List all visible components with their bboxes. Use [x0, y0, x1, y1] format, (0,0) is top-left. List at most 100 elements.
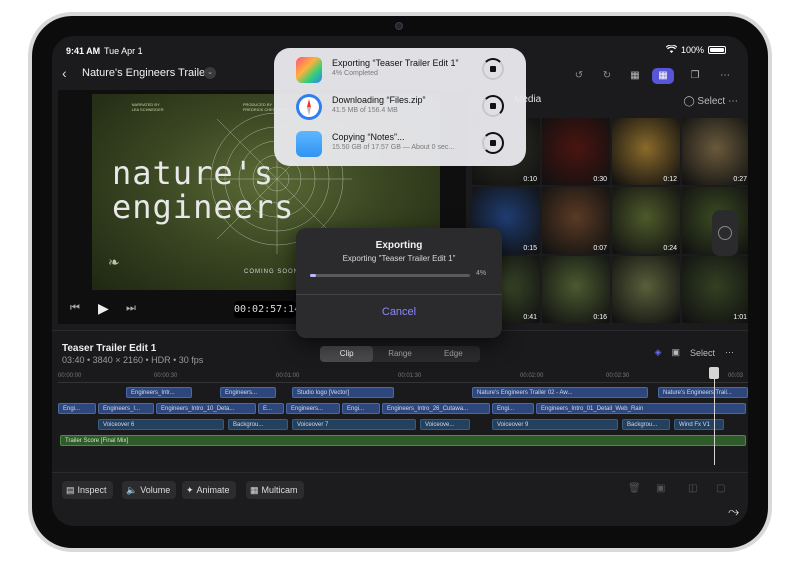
stop-icon[interactable]	[482, 95, 504, 117]
ruler-tick-label: 00:00:00	[58, 373, 82, 379]
timeline[interactable]: Teaser Trailer Edit 1 03:40 • 3840 × 216…	[52, 330, 748, 470]
play-icon[interactable]: ▶	[98, 300, 109, 317]
timeline-clip[interactable]: Engi...	[342, 403, 380, 414]
project-title[interactable]: Nature's Engineers Trailer	[82, 67, 209, 79]
thumbnail-duration: 0:30	[593, 176, 607, 183]
timeline-clip[interactable]: Voiceover 6	[98, 419, 224, 430]
segment-clip[interactable]: Clip	[320, 346, 374, 362]
download-row[interactable]: Downloading “Files.zip” 41.5 MB of 156.4…	[274, 89, 526, 125]
undo-icon[interactable]: ↺	[570, 68, 588, 84]
detach-icon[interactable]: ▣	[656, 483, 665, 494]
thumbnail-duration: 1:01	[733, 314, 747, 321]
thumbnail-duration: 0:41	[523, 314, 537, 321]
download-title: Downloading “Files.zip”	[332, 95, 426, 105]
ruler-tick-label: 00:01:00	[276, 373, 300, 379]
export-dialog: Exporting Exporting "Teaser Trailer Edit…	[296, 228, 502, 338]
media-thumbnail[interactable]: 1:01	[682, 256, 748, 323]
timeline-clip[interactable]: Wind Fx V1	[674, 419, 724, 430]
timeline-clip[interactable]: Engineers_Intro_26_Cutawa...	[382, 403, 490, 414]
ruler-tick-label: 00:02:30	[606, 373, 630, 379]
timeline-clip[interactable]: Engineers...	[220, 387, 276, 398]
jog-control[interactable]	[712, 210, 738, 256]
timeline-clip[interactable]: Nature's Engineers Trailer 02 - Aw...	[472, 387, 648, 398]
inspect-label: Inspect	[77, 485, 107, 495]
playhead	[714, 369, 715, 465]
multicam-button[interactable]: ▦ Multicam	[246, 481, 304, 499]
clip-appearance-icon[interactable]: ▣	[671, 347, 680, 358]
more-icon[interactable]: ⋯	[716, 68, 734, 84]
media-thumbnail[interactable]: 0:27	[682, 118, 748, 185]
timeline-clip[interactable]: Voiceove...	[420, 419, 470, 430]
live-drawing-icon[interactable]: ❐	[686, 68, 704, 84]
timeline-clip[interactable]: Engineers_Intro_10_Deta...	[156, 403, 256, 414]
camera-icon[interactable]: ▢	[716, 483, 725, 494]
timeline-clip[interactable]: E...	[258, 403, 284, 414]
timeline-clip[interactable]: Engineers...	[286, 403, 340, 414]
browser-select-button[interactable]: ◯ Select ⋯	[683, 96, 738, 107]
timeline-clip[interactable]: Studio logo [Vector]	[292, 387, 394, 398]
photos-browser-icon[interactable]: ▦	[652, 68, 674, 84]
thumbnail-duration: 0:15	[523, 245, 537, 252]
timeline-select-button[interactable]: Select	[690, 348, 715, 358]
timeline-clip[interactable]: Backgrou...	[228, 419, 288, 430]
media-thumbnail[interactable]: 0:30	[542, 118, 610, 185]
stop-icon[interactable]	[482, 132, 504, 154]
media-thumbnail[interactable]: 0:24	[612, 187, 680, 254]
trash-icon[interactable]: 🗑	[628, 483, 641, 494]
edit-mode-segmented: Clip Range Edge	[320, 346, 480, 362]
timeline-clip[interactable]: Engi...	[58, 403, 96, 414]
segment-edge[interactable]: Edge	[427, 346, 480, 362]
timeline-clip[interactable]: Voiceover 7	[292, 419, 416, 430]
media-thumbnail[interactable]	[612, 256, 680, 323]
cancel-button[interactable]: Cancel	[296, 306, 502, 318]
stop-icon[interactable]	[482, 58, 504, 80]
thumbnail-duration: 0:07	[593, 245, 607, 252]
battery-icon	[708, 46, 726, 54]
export-subtitle: Exporting "Teaser Trailer Edit 1"	[342, 254, 456, 263]
inspect-icon: ▤	[66, 485, 75, 495]
export-percent: 4%	[476, 270, 487, 277]
animate-button[interactable]: ✦ Animate	[182, 481, 236, 499]
download-row[interactable]: Copying “Notes”... 15.50 GB of 17.57 GB …	[274, 126, 526, 162]
download-title: Copying “Notes”...	[332, 132, 405, 142]
timeline-clip[interactable]: Engineers_I...	[98, 403, 154, 414]
animate-icon: ✦	[186, 485, 194, 495]
thumbnail-duration: 0:16	[593, 314, 607, 321]
timeline-clip[interactable]: Backgrou...	[622, 419, 670, 430]
music-clip[interactable]: Trailer Score [Final Mix]	[60, 435, 746, 446]
grid-view-icon[interactable]: ▦	[626, 68, 644, 84]
download-title: Exporting “Teaser Trailer Edit 1”	[332, 58, 459, 68]
skip-forward-icon[interactable]: ⏭	[126, 302, 136, 315]
ruler-tick-label: 00:00:30	[154, 373, 178, 379]
split-icon[interactable]: ◫	[688, 483, 697, 494]
snapping-icon[interactable]: ◈	[655, 347, 662, 358]
download-row[interactable]: Exporting “Teaser Trailer Edit 1” 4% Com…	[274, 52, 526, 88]
ruler-tick-label: 00:03	[728, 373, 744, 379]
redo-icon[interactable]: ↻	[598, 68, 616, 84]
media-thumbnail[interactable]: 0:12	[612, 118, 680, 185]
timeline-clip[interactable]: Engi...	[492, 403, 534, 414]
timeline-clip[interactable]: Voiceover 9	[492, 419, 618, 430]
status-date: Tue Apr 1	[104, 46, 143, 56]
front-camera	[395, 22, 403, 30]
timeline-clip[interactable]: Engineers_Intr...	[126, 387, 192, 398]
media-thumbnail[interactable]: 0:16	[542, 256, 610, 323]
timeline-subtitle: 03:40 • 3840 × 2160 • HDR • 30 fps	[62, 355, 204, 365]
skip-back-icon[interactable]: ⏮	[70, 302, 80, 315]
more-icon[interactable]: ⋯	[725, 347, 734, 358]
export-progress-bar	[310, 274, 470, 277]
volume-button[interactable]: 🔈 Volume	[122, 481, 177, 499]
chevron-down-icon[interactable]: ⌄	[204, 67, 216, 79]
timeline-clip[interactable]: Nature's Engineers Trail...	[658, 387, 748, 398]
download-subtitle: 4% Completed	[332, 70, 378, 77]
timecode-display: 00:02:57:14	[234, 301, 300, 318]
segment-range[interactable]: Range	[373, 346, 426, 362]
screen: 9:41 AM Tue Apr 1 100% ‹ Nature's Engine…	[52, 36, 748, 526]
inspect-button[interactable]: ▤ Inspect	[62, 481, 113, 499]
multicam-icon: ▦	[250, 485, 259, 495]
download-subtitle: 41.5 MB of 156.4 MB	[332, 107, 398, 114]
download-subtitle: 15.50 GB of 17.57 GB — About 0 sec...	[332, 144, 455, 151]
media-thumbnail[interactable]: 0:07	[542, 187, 610, 254]
chevron-left-icon[interactable]: ‹	[62, 65, 67, 81]
ruler-tick-label: 00:01:30	[398, 373, 422, 379]
